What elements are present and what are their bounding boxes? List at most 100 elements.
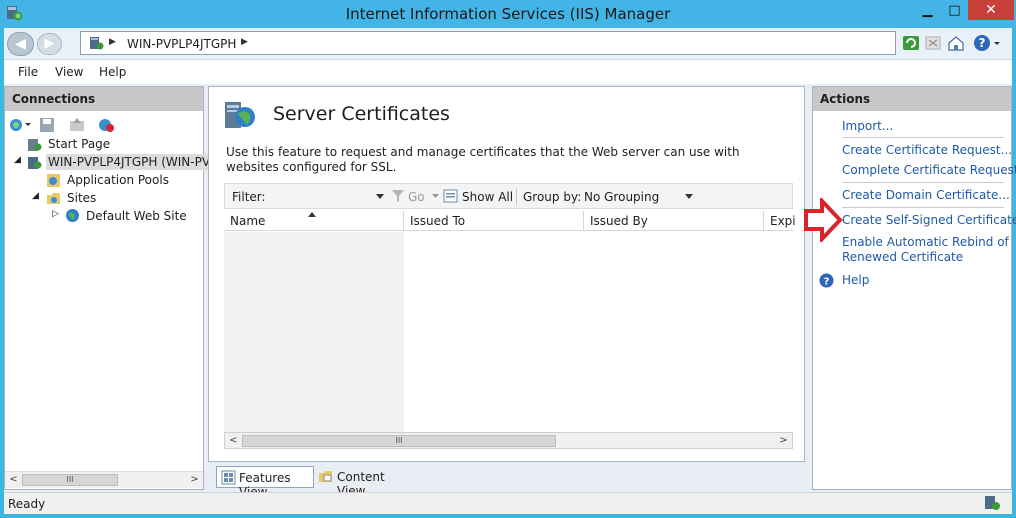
actions-header: Actions (813, 87, 1011, 111)
column-header-name[interactable]: Name (224, 211, 404, 231)
filter-label: Filter: (232, 190, 266, 204)
collapse-arrow-icon[interactable]: ◢ (32, 191, 39, 201)
grid-horizontal-scrollbar[interactable]: < III > (224, 432, 793, 449)
tree-item-default-web-site[interactable]: Default Web Site (86, 209, 187, 223)
content-view-icon (319, 471, 332, 482)
actions-divider (842, 137, 1004, 138)
svg-text:?: ? (824, 277, 830, 288)
action-create-certificate-request[interactable]: Create Certificate Request... (842, 143, 1012, 157)
sites-folder-icon (47, 193, 60, 204)
column-header-expiration[interactable]: Expi (764, 211, 796, 231)
action-create-self-signed-certificate[interactable]: Create Self-Signed Certificate... (842, 213, 1016, 227)
minimize-button[interactable]: ▁ (914, 0, 941, 20)
filter-input[interactable] (269, 187, 385, 205)
funnel-icon (392, 190, 404, 202)
forward-button[interactable]: ▶ (37, 33, 62, 55)
feature-description: Use this feature to request and manage c… (226, 145, 740, 174)
sort-ascending-icon (308, 212, 316, 217)
filter-bar: Filter: Go Show All Group by: No Groupin… (224, 183, 793, 209)
connect-icon[interactable] (9, 117, 31, 133)
collapse-arrow-icon[interactable]: ◢ (14, 155, 21, 165)
address-bar[interactable]: ▶ WIN-PVPLP4JTGPH ▶ (80, 31, 896, 55)
save-icon[interactable] (39, 117, 55, 133)
chevron-down-icon[interactable] (376, 194, 384, 200)
scroll-left-icon[interactable]: < (5, 472, 22, 488)
menu-help[interactable]: Help (99, 65, 126, 79)
action-complete-certificate-request[interactable]: Complete Certificate Request... (842, 163, 1016, 177)
status-bar: Ready (4, 492, 1012, 514)
scroll-left-icon[interactable]: < (225, 433, 242, 449)
navigation-bar: ◀ ▶ ▶ WIN-PVPLP4JTGPH ▶ ? (4, 28, 1012, 60)
tree-item-server[interactable]: WIN-PVPLP4JTGPH (WIN-PVP (46, 154, 220, 170)
red-arrow-annotation-icon (804, 198, 843, 242)
scroll-right-icon[interactable]: > (186, 472, 203, 488)
toolbar-divider (516, 188, 517, 205)
scroll-right-icon[interactable]: > (775, 433, 792, 449)
actions-divider (842, 207, 1004, 208)
start-page-icon (28, 139, 42, 151)
globe-icon (66, 209, 79, 222)
expand-arrow-icon[interactable]: ▷ (52, 209, 59, 219)
show-all-button[interactable]: Show All (462, 190, 513, 204)
action-create-domain-certificate[interactable]: Create Domain Certificate... (842, 188, 1010, 202)
chevron-down-icon[interactable] (992, 34, 1002, 52)
disconnect-icon[interactable] (97, 117, 115, 133)
column-name-label: Name (230, 214, 266, 228)
features-view-icon (221, 470, 236, 485)
refresh-icon[interactable] (902, 34, 920, 52)
breadcrumb-separator[interactable]: ▶ (241, 37, 248, 47)
page-title: Server Certificates (273, 103, 450, 125)
server-icon (90, 37, 104, 50)
action-import[interactable]: Import... (842, 119, 893, 133)
up-icon[interactable] (69, 117, 85, 133)
maximize-button[interactable]: □ (941, 0, 968, 20)
connections-toolbar (9, 115, 199, 135)
svg-text:?: ? (979, 36, 986, 50)
scrollbar-thumb[interactable]: III (22, 474, 118, 486)
window-title: Internet Information Services (IIS) Mana… (345, 5, 671, 23)
show-all-icon (443, 189, 458, 203)
tab-features-view[interactable]: Features View (216, 466, 314, 499)
breadcrumb-server[interactable]: WIN-PVPLP4JTGPH (127, 37, 236, 51)
help-icon[interactable]: ? (973, 34, 991, 52)
title-bar: Internet Information Services (IIS) Mana… (0, 0, 1016, 28)
action-enable-automatic-rebind-line2[interactable]: Renewed Certificate (842, 250, 963, 264)
back-button[interactable]: ◀ (7, 32, 34, 56)
stop-icon[interactable] (924, 34, 942, 52)
tree-item-application-pools[interactable]: Application Pools (67, 173, 169, 187)
group-by-label: Group by: (523, 190, 582, 204)
group-by-select[interactable]: No Grouping (584, 190, 659, 204)
chevron-down-icon[interactable] (685, 194, 693, 200)
go-button[interactable]: Go (408, 190, 425, 204)
status-text: Ready (8, 497, 46, 511)
connections-horizontal-scrollbar[interactable]: < III > (5, 471, 203, 488)
tree-item-start-page[interactable]: Start Page (48, 137, 110, 151)
menu-bar: File View Help (4, 60, 1012, 84)
scrollbar-thumb[interactable]: III (242, 435, 556, 447)
certificates-table-header: Name Issued To Issued By Expi (224, 211, 796, 231)
connections-panel: Connections Start Page ◢ WIN-PVPLP4JTGPH… (4, 86, 220, 490)
home-icon[interactable] (947, 34, 965, 52)
server-status-icon (985, 496, 1000, 510)
actions-divider (842, 182, 1004, 183)
close-button[interactable]: ✕ (968, 0, 1014, 20)
server-certificates-icon (225, 102, 255, 128)
certificates-table-body[interactable] (224, 232, 793, 432)
feature-pane: Server Certificates Use this feature to … (208, 86, 805, 462)
menu-file[interactable]: File (18, 65, 38, 79)
menu-view[interactable]: View (55, 65, 83, 79)
column-header-issued-to[interactable]: Issued To (404, 211, 584, 231)
sorted-column-shading (224, 232, 404, 432)
chevron-down-icon[interactable] (432, 194, 439, 199)
help-icon: ? (819, 273, 834, 288)
breadcrumb-separator[interactable]: ▶ (109, 37, 116, 47)
actions-panel: Actions Import... Create Certificate Req… (812, 86, 1016, 490)
application-pools-icon (47, 174, 60, 187)
tab-content-view[interactable]: Content View (315, 466, 411, 498)
server-icon (28, 157, 42, 169)
column-header-issued-by[interactable]: Issued By (584, 211, 764, 231)
action-enable-automatic-rebind[interactable]: Enable Automatic Rebind of (842, 235, 1009, 249)
action-help[interactable]: Help (842, 273, 869, 287)
tree-item-sites[interactable]: Sites (67, 191, 96, 205)
connections-header: Connections (5, 87, 203, 111)
